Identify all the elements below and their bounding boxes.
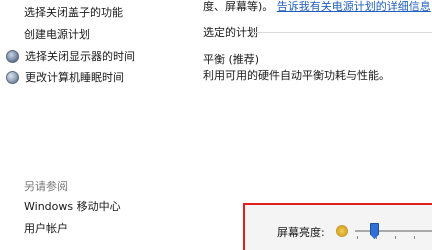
slider-tick (357, 236, 358, 239)
user-accounts-link[interactable]: 用户帐户 (24, 220, 68, 236)
nav-sleep-time[interactable]: 更改计算机睡眠时间 (0, 68, 124, 86)
selected-plan-name[interactable]: 平衡 (推荐) (203, 51, 259, 67)
screen-brightness-label: 屏幕亮度: (277, 226, 325, 239)
slider-tick (414, 236, 415, 239)
nav-lid-close-action-label: 选择关闭盖子的功能 (24, 6, 123, 19)
sleep-moon-icon (6, 70, 19, 84)
section-divider (253, 32, 432, 33)
see-also-heading: 另请参阅 (24, 180, 68, 193)
plan-intro-text: 度、屏幕等)。 告诉我有关电源计划的详细信息 (203, 0, 431, 14)
plan-intro-prefix: 度、屏幕等)。 (203, 0, 274, 13)
power-options-window: 选择关闭盖子的功能 创建电源计划 选择关闭显示器的时间 更改计算机睡眠时间 另请… (0, 0, 432, 250)
nav-lid-close-action[interactable]: 选择关闭盖子的功能 (0, 3, 123, 21)
screen-brightness-bar: 屏幕亮度: (243, 203, 432, 250)
nav-sleep-time-label: 更改计算机睡眠时间 (25, 71, 124, 84)
left-navigation-pane: 选择关闭盖子的功能 创建电源计划 选择关闭显示器的时间 更改计算机睡眠时间 另请… (0, 0, 183, 250)
nav-display-off-time-label: 选择关闭显示器的时间 (25, 50, 135, 63)
brightness-slider-track[interactable] (355, 230, 432, 232)
sun-brightness-icon (337, 226, 347, 236)
monitor-shield-icon (6, 49, 19, 63)
brightness-slider-thumb[interactable] (370, 223, 379, 239)
selected-plan-heading: 选定的计划 (203, 26, 258, 39)
selected-plan-description: 利用可用的硬件自动平衡功耗与性能。 (203, 69, 390, 82)
nav-display-off-time[interactable]: 选择关闭显示器的时间 (0, 47, 135, 65)
nav-create-power-plan[interactable]: 创建电源计划 (0, 25, 90, 43)
nav-create-power-plan-label: 创建电源计划 (24, 28, 90, 41)
power-plan-info-link[interactable]: 告诉我有关电源计划的详细信息 (277, 0, 431, 13)
windows-mobility-center-link[interactable]: Windows 移动中心 (24, 198, 121, 214)
slider-tick (395, 236, 396, 239)
